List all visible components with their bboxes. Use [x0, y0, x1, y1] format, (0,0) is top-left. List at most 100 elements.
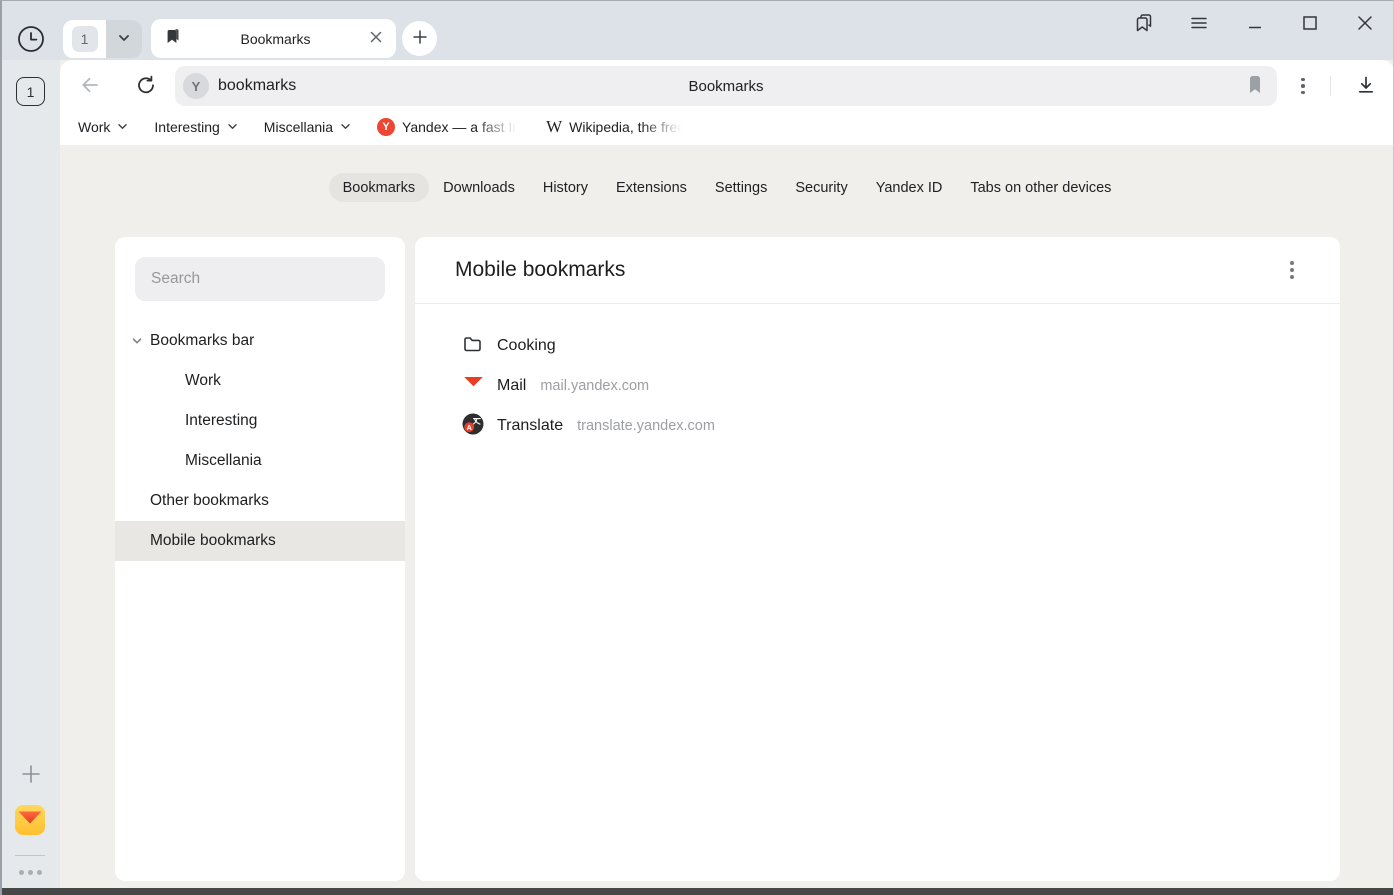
kebab-dot [1301, 84, 1305, 88]
bookmark-title: Cooking [497, 337, 556, 355]
tree-item-label: Interesting [185, 412, 257, 430]
yandex-favicon-icon: Y [377, 118, 395, 136]
sidebar-tab-counter-button[interactable]: 1 [16, 77, 45, 106]
tree-item-work[interactable]: Work [115, 361, 405, 401]
tab-settings[interactable]: Settings [701, 173, 781, 202]
close-window-button[interactable] [1348, 7, 1382, 41]
page-title: Bookmarks [175, 78, 1277, 95]
kebab-dot [1301, 91, 1305, 95]
nav-tab-label: Downloads [443, 180, 515, 196]
bookmark-url: mail.yandex.com [540, 378, 649, 394]
toolbar-divider [1330, 76, 1331, 96]
tree-item-label: Work [185, 372, 221, 390]
nav-tab-label: Extensions [616, 180, 687, 196]
search-input[interactable] [135, 257, 385, 301]
browser-menu-button[interactable] [1182, 7, 1216, 41]
bookmark-this-page-button[interactable] [1247, 75, 1263, 98]
bottom-window-edge [0, 888, 1394, 895]
new-tab-button[interactable] [402, 21, 437, 56]
bookmarks-bar-item-yandex-a-fast-in[interactable]: Y Yandex — a fast In [377, 118, 520, 136]
tree-item-miscellania[interactable]: Miscellania [115, 441, 405, 481]
close-icon [369, 30, 383, 47]
address-bar-menu-button[interactable] [1289, 72, 1317, 100]
list-header: Mobile bookmarks [415, 237, 1340, 303]
nav-tab-label: History [543, 180, 588, 196]
yandex-mail-app-icon [15, 805, 45, 838]
folder-icon [461, 333, 485, 360]
tab-extensions[interactable]: Extensions [602, 173, 701, 202]
tab-history[interactable]: History [529, 173, 602, 202]
history-clock-button[interactable] [16, 25, 46, 55]
tab-downloads[interactable]: Downloads [429, 173, 529, 202]
manager-nav-tabs: Bookmarks Downloads History Extensions Setti… [60, 173, 1394, 202]
bookmarks-bar-item-work[interactable]: Work [78, 119, 128, 135]
chevron-down-icon [117, 119, 128, 135]
download-icon [1355, 74, 1377, 99]
yandex-mail-icon [461, 376, 485, 397]
side-panel: 1 [0, 60, 60, 888]
tab-yandex-id[interactable]: Yandex ID [862, 173, 957, 202]
nav-tab-label: Yandex ID [876, 180, 943, 196]
bookmark-row-cooking[interactable]: Cooking [415, 326, 1340, 366]
bookmarks-panel-button[interactable] [1127, 7, 1161, 41]
tree-item-label: Mobile bookmarks [150, 532, 276, 550]
bookmark-label: Wikipedia, the free [569, 119, 685, 135]
bookmarks-list-panel: Mobile bookmarks Cooking Mail mail.yande… [415, 237, 1340, 881]
address-bar[interactable]: Y bookmarks Bookmarks [175, 66, 1277, 106]
tree-item-other-bookmarks[interactable]: Other bookmarks [115, 481, 405, 521]
chevron-down-icon [131, 335, 143, 347]
bookmark-label: Miscellania [264, 119, 333, 135]
yandex-translate-icon: A [461, 413, 485, 440]
bookmarks-bar: Work Interesting Miscellania Y Yandex — … [60, 112, 1394, 145]
ellipsis-dot [37, 870, 42, 875]
sidebar-add-button[interactable] [18, 762, 44, 788]
nav-tab-label: Bookmarks [343, 180, 416, 196]
tree-item-label: Other bookmarks [150, 492, 269, 510]
yandex-mail-app-button[interactable] [15, 806, 45, 836]
tab-bookmarks[interactable]: Bookmarks [329, 173, 430, 202]
minimize-button[interactable] [1238, 7, 1272, 41]
bookmark-flag-icon [1247, 75, 1263, 98]
bookmark-title: Translate [497, 417, 563, 435]
close-tab-button[interactable] [369, 30, 383, 47]
bookmarks-flags-icon [1131, 10, 1157, 39]
tab-security[interactable]: Security [781, 173, 861, 202]
tab-group-button[interactable]: 1 [63, 20, 106, 58]
reload-button[interactable] [130, 70, 162, 102]
sidebar-more-button[interactable] [14, 862, 46, 882]
close-icon [1355, 13, 1375, 36]
folder-icon [462, 333, 484, 360]
minimize-icon [1245, 13, 1265, 36]
chevron-down-icon [340, 119, 351, 135]
bookmarks-bar-item-interesting[interactable]: Interesting [154, 119, 237, 135]
bookmarks-bar-item-miscellania[interactable]: Miscellania [264, 119, 351, 135]
tab-tabs-on-other-devices[interactable]: Tabs on other devices [956, 173, 1125, 202]
kebab-dot [1290, 275, 1294, 279]
window-titlebar: 1 Bookmarks [0, 0, 1394, 60]
tab-group-count-badge: 1 [72, 26, 98, 52]
clock-icon [17, 25, 45, 56]
downloads-button[interactable] [1349, 70, 1383, 102]
maximize-button[interactable] [1293, 7, 1327, 41]
bookmarks-bar-item-wikipedia-the-free[interactable]: W Wikipedia, the free [546, 118, 685, 135]
tab-group-dropdown-button[interactable] [106, 20, 142, 58]
tree-item-bookmarks-bar[interactable]: Bookmarks bar [115, 321, 405, 361]
list-menu-button[interactable] [1278, 256, 1306, 284]
bookmark-row-mail[interactable]: Mail mail.yandex.com [415, 366, 1340, 406]
tab-bookmark-icon [164, 27, 182, 50]
tab-group: 1 [63, 20, 142, 58]
back-button[interactable] [74, 70, 106, 102]
bookmark-label: Interesting [154, 119, 219, 135]
bookmark-row-translate[interactable]: A Translate translate.yandex.com [415, 406, 1340, 446]
tree-item-mobile-bookmarks[interactable]: Mobile bookmarks [115, 521, 405, 561]
nav-tab-label: Tabs on other devices [970, 180, 1111, 196]
list-title: Mobile bookmarks [455, 258, 625, 282]
chevron-down-icon [227, 119, 238, 135]
tree-item-interesting[interactable]: Interesting [115, 401, 405, 441]
tree-item-label: Miscellania [185, 452, 262, 470]
folder-tree: Bookmarks bar Work Interesting Miscellan… [115, 321, 405, 561]
url-text: bookmarks [218, 77, 296, 95]
active-tab[interactable]: Bookmarks [151, 19, 396, 58]
chevron-down-icon [117, 31, 131, 48]
back-arrow-icon [79, 74, 101, 99]
